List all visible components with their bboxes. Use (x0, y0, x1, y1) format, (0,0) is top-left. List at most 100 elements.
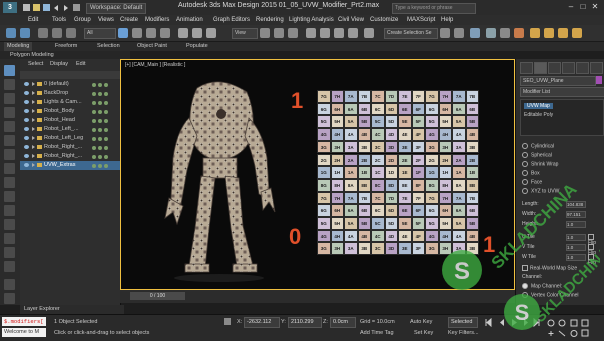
ribbon-tab-modeling[interactable]: Modeling (4, 42, 33, 51)
filter-groups-icon[interactable] (4, 149, 15, 160)
keyboard-shortcut-icon[interactable] (288, 28, 298, 38)
ribbon-tab-freeform[interactable]: Freeform (55, 42, 77, 51)
stack-item-uvw-map[interactable]: UVW Map (524, 103, 553, 109)
curve-editor-icon[interactable] (486, 28, 496, 38)
visibility-icon[interactable] (24, 127, 29, 131)
x-coordinate-field[interactable]: -2632.112 (244, 317, 280, 328)
layer-flags[interactable] (92, 136, 116, 141)
visibility-icon[interactable] (24, 82, 29, 86)
expand-icon[interactable] (32, 154, 35, 158)
reference-coordinate-dropdown[interactable]: View (232, 28, 258, 39)
list-item[interactable]: Robot_Left_Leg (20, 134, 120, 143)
menu-group[interactable]: Group (74, 15, 91, 25)
menu-customize[interactable]: Customize (370, 15, 398, 25)
link-icon[interactable] (38, 28, 48, 38)
redo-icon[interactable] (20, 28, 30, 38)
render-production-icon[interactable] (558, 28, 568, 38)
layer-flags[interactable] (92, 109, 116, 114)
edit-named-selection-icon[interactable] (364, 28, 374, 38)
viewport-label[interactable]: [+] [CAM_Main ] [Realistic ] (125, 62, 185, 68)
material-editor-icon[interactable] (514, 28, 524, 38)
list-item[interactable]: BackDrop (20, 89, 120, 98)
filter-geometry-icon[interactable] (4, 65, 15, 76)
rotate-icon[interactable] (192, 28, 202, 38)
hierarchy-tab-icon[interactable] (548, 62, 561, 74)
list-item[interactable]: Robot_Body (20, 107, 120, 116)
layer-flags[interactable] (92, 100, 116, 105)
filter-spacewarps-icon[interactable] (4, 135, 15, 146)
menu-lighting-analysis[interactable]: Lighting Analysis (289, 15, 334, 25)
app-logo[interactable]: 3 (3, 2, 17, 13)
rectangular-selection-icon[interactable] (146, 28, 156, 38)
expand-icon[interactable] (32, 136, 35, 140)
menu-edit[interactable]: Edit (28, 15, 38, 25)
menu-create[interactable]: Create (120, 15, 138, 25)
schematic-view-icon[interactable] (500, 28, 510, 38)
visibility-icon[interactable] (24, 136, 29, 140)
mapping-option[interactable]: Cylindrical (522, 143, 554, 149)
expand-icon[interactable] (32, 145, 35, 149)
modifier-stack[interactable]: UVW Map Editable Poly (520, 99, 604, 136)
list-item[interactable]: 0 (default) (20, 80, 120, 89)
filter-frozen-icon[interactable] (4, 205, 15, 216)
object-color-swatch[interactable] (596, 76, 602, 84)
select-object-icon[interactable] (118, 28, 128, 38)
menu-tools[interactable]: Tools (52, 15, 66, 25)
undo-icon[interactable] (6, 28, 16, 38)
filter-xrefs-icon[interactable] (4, 163, 15, 174)
explorer-column-header[interactable] (20, 71, 120, 79)
render-iterative-icon[interactable] (572, 28, 582, 38)
select-manipulate-icon[interactable] (274, 28, 284, 38)
search-input[interactable]: Type a keyword or phrase (392, 3, 476, 14)
menu-rendering[interactable]: Rendering (256, 15, 284, 25)
z-coordinate-field[interactable]: 0.0cm (330, 317, 356, 328)
menu-modifiers[interactable]: Modifiers (145, 15, 169, 25)
window-crossing-icon[interactable] (160, 28, 170, 38)
expand-icon[interactable] (32, 109, 35, 113)
align-icon[interactable] (454, 28, 464, 38)
layer-flags[interactable] (92, 82, 116, 87)
layer-flags[interactable] (92, 91, 116, 96)
ribbon-tab-object-paint[interactable]: Object Paint (137, 42, 167, 51)
mirror-icon[interactable] (440, 28, 450, 38)
time-slider[interactable]: 0 / 100 (130, 292, 185, 300)
expand-icon[interactable] (32, 127, 35, 131)
list-item[interactable]: Lights & Cam... (20, 98, 120, 107)
menu-maxscript[interactable]: MAXScript (407, 15, 435, 25)
modifier-list-dropdown[interactable]: Modifier List (520, 87, 604, 97)
add-time-tag-button[interactable]: Add Time Tag (360, 330, 394, 336)
menu-civil-view[interactable]: Civil View (338, 15, 364, 25)
filter-all-icon[interactable] (4, 233, 15, 244)
visibility-icon[interactable] (24, 163, 29, 167)
bind-space-warp-icon[interactable] (66, 28, 76, 38)
list-item[interactable]: Robot_Head (20, 116, 120, 125)
minimize-icon[interactable]: – (566, 2, 576, 12)
explorer-tab-select[interactable]: Select (28, 61, 43, 67)
layer-toggle-icon[interactable] (4, 279, 15, 290)
maxscript-listener-input[interactable]: $.modifiers[ (2, 317, 46, 326)
sort-icon[interactable] (4, 293, 15, 304)
menu-help[interactable]: Help (441, 15, 453, 25)
quick-access-toolbar-icons[interactable] (22, 3, 82, 12)
filter-hidden-icon[interactable] (4, 219, 15, 230)
close-icon[interactable]: ✕ (590, 2, 600, 12)
list-item[interactable]: Robot_Right_... (20, 152, 120, 161)
rendered-frame-window-icon[interactable] (544, 28, 554, 38)
ribbon-tab-selection[interactable]: Selection (97, 42, 120, 51)
workspace-dropdown[interactable]: Workspace: Default (86, 3, 147, 14)
filter-none-icon[interactable] (4, 247, 15, 258)
visibility-icon[interactable] (24, 154, 29, 158)
explorer-tab-edit[interactable]: Edit (76, 61, 85, 67)
filter-containers-icon[interactable] (4, 191, 15, 202)
quick-access-icons[interactable] (22, 3, 82, 12)
utilities-tab-icon[interactable] (590, 62, 603, 74)
layer-explorer-dropdown[interactable]: Layer Explorer (20, 305, 124, 314)
stack-item-editable-poly[interactable]: Editable Poly (524, 112, 553, 118)
scale-icon[interactable] (206, 28, 216, 38)
maxscript-listener-output[interactable]: Welcome to M (2, 328, 46, 337)
layer-flags[interactable] (92, 145, 116, 150)
list-item[interactable]: Robot_Left_... (20, 125, 120, 134)
spinner-snap-icon[interactable] (348, 28, 358, 38)
pivot-center-icon[interactable] (260, 28, 270, 38)
ribbon-subpanel-label[interactable]: Polygon Modeling (0, 51, 130, 59)
